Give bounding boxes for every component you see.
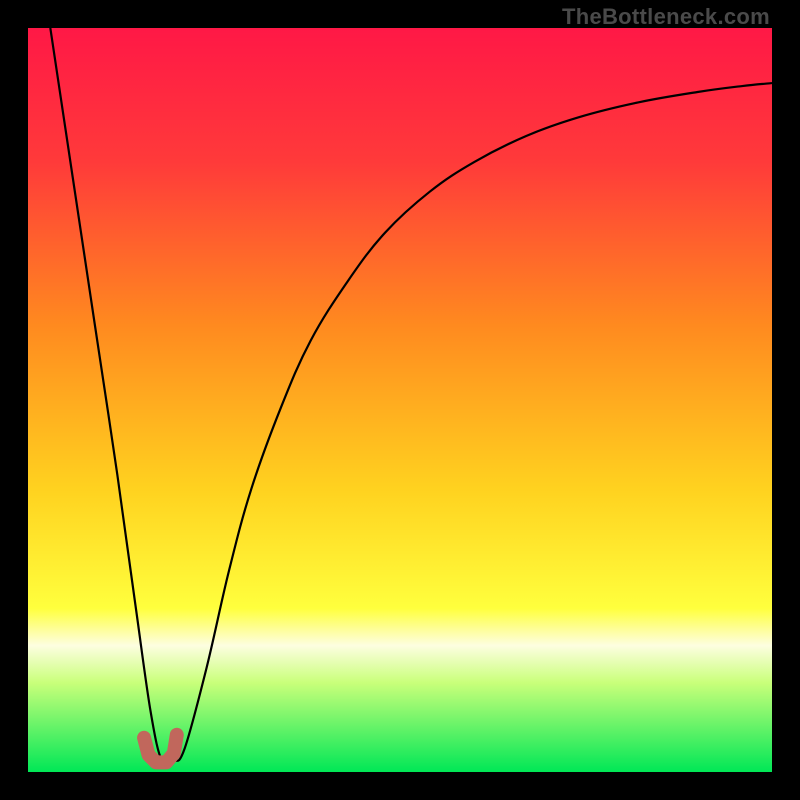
chart-svg [28,28,772,772]
chart-frame: TheBottleneck.com [0,0,800,800]
watermark-text: TheBottleneck.com [562,4,770,30]
gradient-background [28,28,772,772]
plot-area [28,28,772,772]
